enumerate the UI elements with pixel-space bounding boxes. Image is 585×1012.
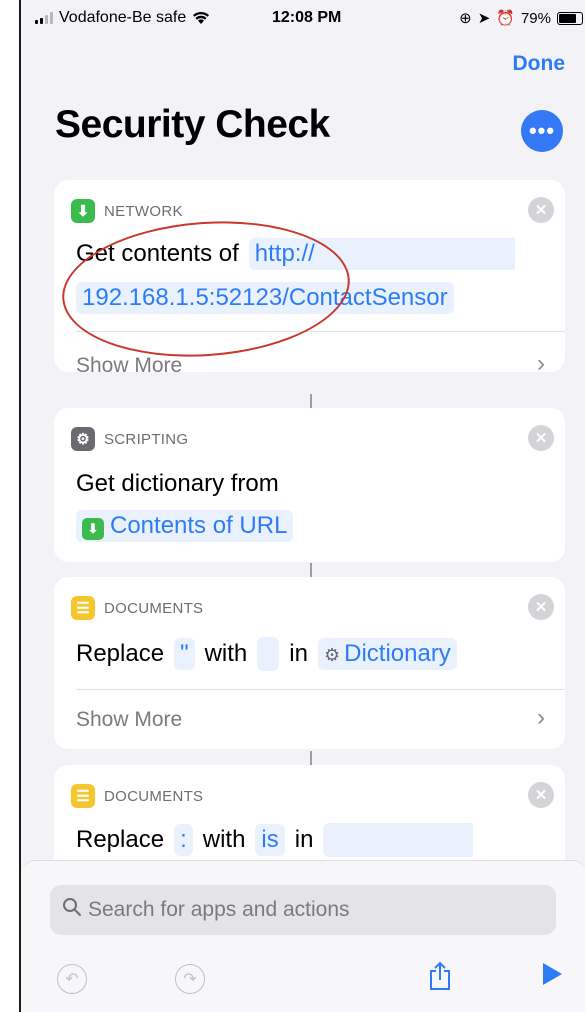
action-category: DOCUMENTS bbox=[104, 787, 204, 805]
dictionary-token[interactable]: ⚙ Dictionary bbox=[317, 638, 457, 670]
replace-text-token[interactable]: is bbox=[255, 824, 285, 856]
show-more-button[interactable]: Show More bbox=[76, 708, 182, 732]
chevron-right-icon[interactable]: › bbox=[537, 350, 545, 372]
location-arrow-icon: ➤ bbox=[477, 10, 491, 27]
action-card-get-dictionary[interactable]: ⚙ SCRIPTING ✕ Get dictionary from ⬇ Conte… bbox=[54, 408, 565, 562]
close-icon[interactable]: ✕ bbox=[528, 425, 554, 451]
play-icon bbox=[543, 963, 562, 985]
url-token-line2[interactable]: 192.168.1.5:52123/ContactSensor bbox=[76, 282, 454, 314]
connector-line bbox=[310, 751, 312, 765]
close-icon[interactable]: ✕ bbox=[528, 197, 554, 223]
action-card-get-contents[interactable]: ⬇ NETWORK ✕ Get contents of http:// 192.… bbox=[54, 180, 565, 372]
status-bar: Vodafone-Be safe 12:08 PM ⊕ ➤ ⏰ 79% bbox=[21, 0, 585, 40]
connector-line bbox=[310, 563, 312, 577]
action-text: Replace bbox=[76, 640, 165, 667]
gear-icon: ⚙ bbox=[323, 645, 341, 665]
gear-icon: ⚙ bbox=[71, 427, 95, 451]
run-button[interactable] bbox=[541, 962, 563, 986]
action-text: with bbox=[204, 640, 248, 667]
more-options-button[interactable]: ••• bbox=[521, 110, 563, 152]
download-arrow-icon: ⬇ bbox=[82, 518, 104, 540]
action-text: Replace bbox=[76, 826, 165, 853]
done-button[interactable]: Done bbox=[513, 52, 566, 76]
page-title: Security Check bbox=[55, 103, 330, 146]
document-icon: ☰ bbox=[71, 784, 95, 808]
search-bar[interactable] bbox=[50, 885, 556, 935]
show-more-button[interactable]: Show More bbox=[76, 354, 182, 372]
status-time: 12:08 PM bbox=[272, 9, 342, 26]
action-text: in bbox=[294, 826, 314, 853]
replace-text-token[interactable] bbox=[257, 637, 280, 671]
phone-screen: Vodafone-Be safe 12:08 PM ⊕ ➤ ⏰ 79% Done… bbox=[19, 0, 585, 1012]
action-card-replace-quote[interactable]: ☰ DOCUMENTS ✕ Replace " with in ⚙ Diction… bbox=[54, 577, 565, 749]
search-input[interactable] bbox=[88, 898, 528, 922]
share-icon bbox=[430, 961, 450, 990]
alarm-icon: ⏰ bbox=[496, 10, 515, 27]
find-text-token[interactable]: " bbox=[174, 638, 195, 670]
undo-button[interactable]: ↶ bbox=[57, 964, 87, 994]
document-icon: ☰ bbox=[71, 596, 95, 620]
signal-strength-icon bbox=[35, 12, 53, 24]
input-token[interactable] bbox=[323, 823, 474, 857]
battery-percent: 79% bbox=[520, 9, 551, 27]
wifi-icon bbox=[193, 11, 210, 24]
token-label: Dictionary bbox=[344, 640, 451, 667]
battery-icon bbox=[557, 11, 583, 25]
download-arrow-icon: ⬇ bbox=[71, 199, 95, 223]
action-text: Get dictionary from bbox=[76, 470, 279, 497]
contents-of-url-token[interactable]: ⬇ Contents of URL bbox=[76, 510, 294, 542]
share-button[interactable] bbox=[426, 959, 454, 993]
action-text: Get contents of bbox=[76, 240, 239, 267]
action-category: DOCUMENTS bbox=[104, 599, 204, 617]
search-icon bbox=[62, 897, 88, 923]
connector-line bbox=[310, 394, 312, 408]
find-text-token[interactable]: : bbox=[174, 824, 193, 856]
action-text: in bbox=[289, 640, 308, 667]
action-text: with bbox=[202, 826, 246, 853]
action-category: NETWORK bbox=[104, 202, 183, 220]
carrier-name: Vodafone-Be safe bbox=[59, 9, 187, 26]
url-token-line1[interactable]: http:// bbox=[248, 238, 515, 270]
rotation-lock-icon: ⊕ bbox=[459, 10, 472, 27]
close-icon[interactable]: ✕ bbox=[528, 594, 554, 620]
redo-button[interactable]: ↷ bbox=[175, 964, 205, 994]
token-label: Contents of URL bbox=[110, 512, 288, 539]
action-category: SCRIPTING bbox=[104, 430, 189, 448]
close-icon[interactable]: ✕ bbox=[528, 782, 554, 808]
chevron-right-icon[interactable]: › bbox=[537, 704, 545, 732]
action-search-panel: ↶ ↷ bbox=[21, 860, 585, 1012]
